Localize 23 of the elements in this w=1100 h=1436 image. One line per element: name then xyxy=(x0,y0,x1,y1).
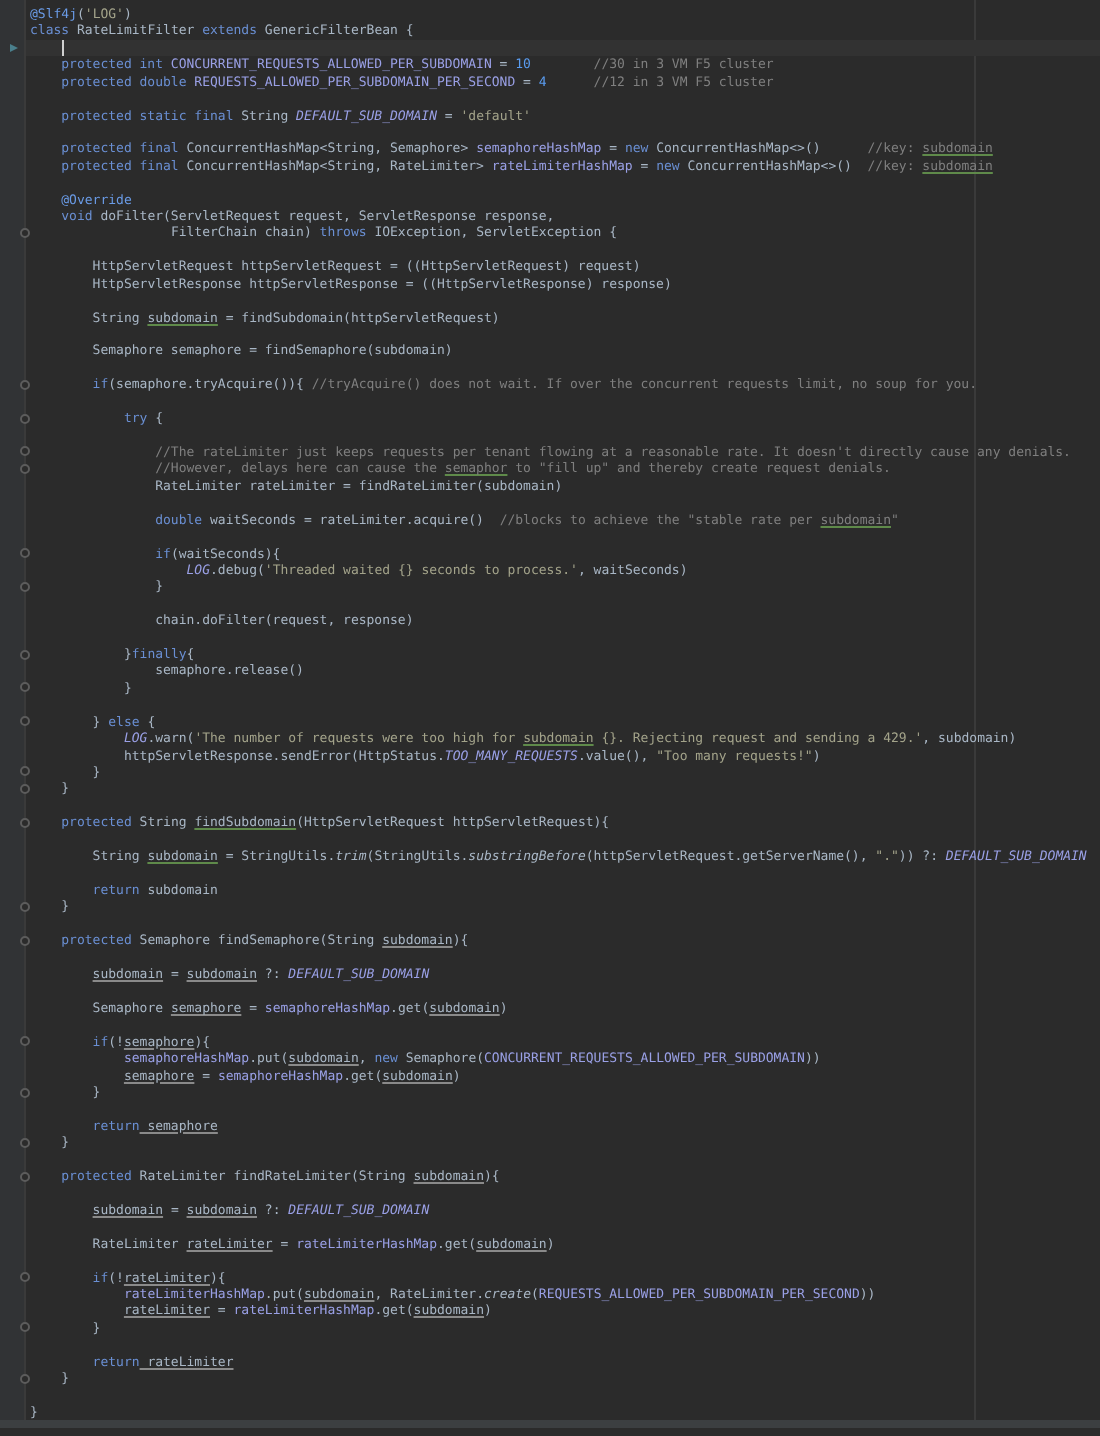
fold-marker-icon[interactable] xyxy=(20,1373,30,1384)
fold-marker-icon[interactable] xyxy=(20,379,30,390)
fold-marker-icon[interactable] xyxy=(20,682,30,693)
fold-marker-icon[interactable] xyxy=(20,901,30,912)
fold-marker-icon[interactable] xyxy=(20,649,30,660)
fold-marker-icon[interactable] xyxy=(20,716,30,727)
fold-marker-icon[interactable] xyxy=(20,1036,30,1047)
fold-marker-icon[interactable] xyxy=(20,766,30,777)
fold-marker-icon[interactable] xyxy=(20,817,30,828)
fold-marker-icon[interactable] xyxy=(20,463,30,474)
fold-marker-icon[interactable] xyxy=(20,548,30,558)
fold-marker-icon[interactable] xyxy=(20,413,30,424)
fold-marker-icon[interactable] xyxy=(20,1322,30,1333)
fold-marker-icon[interactable] xyxy=(20,446,30,457)
fold-marker-icon[interactable] xyxy=(20,935,30,946)
arrow-marker-icon xyxy=(10,43,18,52)
fold-marker-icon[interactable] xyxy=(20,1087,30,1097)
fold-marker-icon[interactable] xyxy=(20,783,30,794)
fold-marker-icon[interactable] xyxy=(20,1137,30,1148)
fold-marker-icon[interactable] xyxy=(20,581,30,592)
fold-marker-icon[interactable] xyxy=(20,1272,30,1283)
fold-marker-icon[interactable] xyxy=(20,1171,30,1182)
fold-marker-icon[interactable] xyxy=(20,227,30,238)
